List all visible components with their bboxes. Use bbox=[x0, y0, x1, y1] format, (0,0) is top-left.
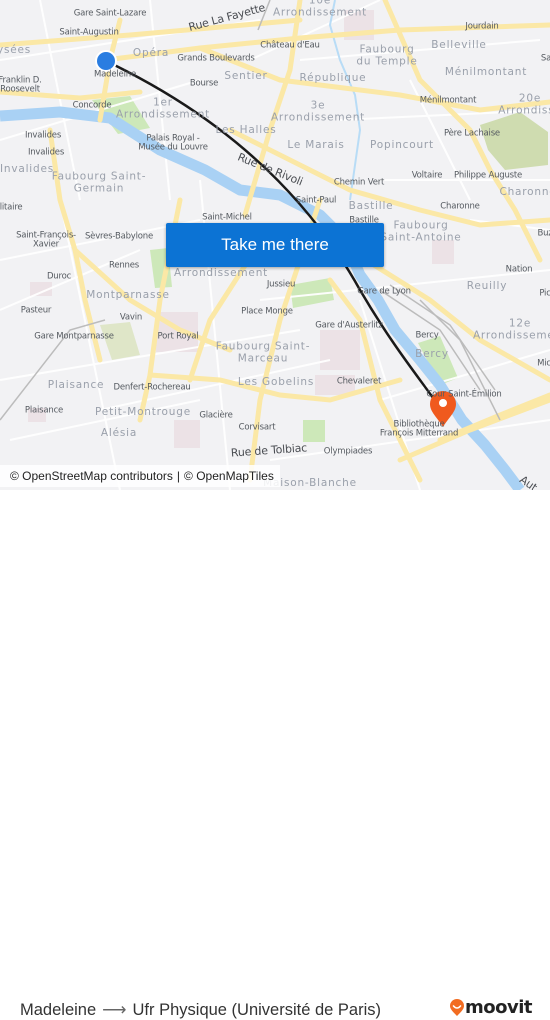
station-label[interactable]: Charonne bbox=[440, 201, 480, 211]
station-label[interactable]: Glacière bbox=[199, 410, 233, 420]
map-attribution: © OpenStreetMap contributors | © OpenMap… bbox=[0, 465, 280, 487]
map[interactable]: 10e Arrondissement Opéra Sentier 1er Arron… bbox=[0, 0, 550, 490]
station-label[interactable]: Pasteur bbox=[21, 305, 52, 315]
station-label[interactable]: Gare Saint-Lazare bbox=[74, 8, 147, 18]
station-label[interactable]: Sèvres-Babylone bbox=[85, 231, 153, 241]
district-label: 10e Arrondissement bbox=[272, 0, 368, 18]
district-label: Petit-Montrouge bbox=[95, 406, 191, 419]
station-label[interactable]: Saint-François- Xavier bbox=[16, 231, 76, 251]
destination-name: Ufr Physique (Université de Paris) bbox=[132, 1000, 382, 1019]
station-label[interactable]: Ménilmontant bbox=[420, 95, 477, 105]
district-label: Charonne bbox=[499, 186, 550, 199]
origin-name: Madeleine bbox=[20, 1000, 97, 1019]
station-label[interactable]: Nation bbox=[506, 264, 533, 274]
route-summary: Madeleine ⟶ Ufr Physique (Université de … bbox=[20, 1000, 381, 1020]
district-label: 3e Arrondissement bbox=[270, 99, 366, 123]
station-label[interactable]: Père Lachaise bbox=[444, 128, 500, 138]
station-label[interactable]: Chevaleret bbox=[337, 376, 381, 386]
station-label[interactable]: ilitaire bbox=[0, 202, 23, 212]
district-label: Faubourg Saint-Antoine bbox=[380, 219, 462, 243]
station-label[interactable]: Corvisart bbox=[239, 422, 276, 432]
station-label[interactable]: Franklin D. Roosevelt bbox=[0, 76, 42, 96]
station-label[interactable]: Cour Saint-Émilion bbox=[426, 389, 501, 399]
station-label[interactable]: Jourdain bbox=[465, 21, 498, 31]
district-label: Montparnasse bbox=[86, 289, 170, 302]
station-label[interactable]: Philippe Auguste bbox=[454, 170, 522, 180]
station-label[interactable]: Chemin Vert bbox=[334, 177, 384, 187]
station-label[interactable]: Plaisance bbox=[25, 405, 63, 415]
station-label[interactable]: Gare Montparnasse bbox=[34, 331, 114, 341]
station-label[interactable]: Voltaire bbox=[412, 170, 443, 180]
district-label: Le Marais bbox=[287, 139, 345, 152]
station-label[interactable]: Madeleine bbox=[94, 69, 136, 79]
district-label: 12eArrondissement bbox=[472, 317, 550, 341]
station-label[interactable]: Saint-Michel bbox=[202, 212, 252, 222]
district-label: Les Halles bbox=[215, 124, 277, 137]
take-me-there-button[interactable]: Take me there bbox=[166, 223, 384, 267]
district-label: Les Gobelins bbox=[237, 376, 315, 389]
station-label[interactable]: Bibliothèque François Mitterrand bbox=[380, 420, 459, 440]
station-label[interactable]: Pic bbox=[539, 288, 550, 298]
station-label[interactable]: Port Royal bbox=[158, 331, 199, 341]
station-label[interactable]: Palais Royal - Musée du Louvre bbox=[138, 134, 208, 154]
district-label: Belleville bbox=[431, 39, 487, 52]
station-label[interactable]: Place Monge bbox=[241, 306, 293, 316]
district-label: 1er Arrondissement bbox=[115, 96, 211, 120]
station-label[interactable]: Denfert-Rochereau bbox=[113, 382, 190, 392]
station-label[interactable]: Gare d'Austerlitz bbox=[315, 320, 383, 330]
station-label[interactable]: Bercy bbox=[415, 330, 438, 340]
district-label: République bbox=[299, 72, 367, 85]
station-label[interactable]: Concorde bbox=[73, 100, 112, 110]
station-label[interactable]: Buz bbox=[537, 228, 550, 238]
park-small bbox=[303, 420, 325, 442]
arrow-right-icon: ⟶ bbox=[102, 1000, 127, 1019]
district-label: Popincourt bbox=[370, 139, 434, 152]
station-label[interactable]: Olympiades bbox=[324, 446, 373, 456]
footer: Madeleine ⟶ Ufr Physique (Université de … bbox=[0, 490, 550, 1019]
district-label: ysées bbox=[0, 44, 32, 57]
station-label[interactable]: Saint-Paul bbox=[296, 195, 337, 205]
station-label[interactable]: Château d'Eau bbox=[260, 40, 320, 50]
district-label: Faubourg Saint- Germain bbox=[51, 170, 147, 194]
station-label[interactable]: Jussieu bbox=[267, 279, 296, 289]
station-label[interactable]: Sa bbox=[541, 53, 550, 63]
station-label[interactable]: Invalides bbox=[28, 147, 64, 157]
station-label[interactable]: Saint-Augustin bbox=[59, 27, 118, 37]
district-label: Arrondissement bbox=[173, 267, 269, 280]
station-label[interactable]: Gare de Lyon bbox=[357, 286, 411, 296]
station-label[interactable]: Rennes bbox=[109, 260, 139, 270]
moovit-logo[interactable]: moovit bbox=[449, 997, 533, 1018]
station-label[interactable]: Invalides bbox=[25, 130, 61, 140]
district-label: Bastille bbox=[348, 200, 394, 213]
omt-attribution-link[interactable]: © OpenMapTiles bbox=[184, 469, 274, 483]
district-label: Bercy bbox=[415, 348, 449, 361]
district-label: Sentier bbox=[224, 70, 268, 83]
district-label: Faubourg Saint- Marceau bbox=[215, 340, 311, 364]
station-label[interactable]: Bourse bbox=[190, 78, 219, 88]
district-label: Ménilmontant bbox=[444, 66, 528, 79]
moovit-pin-icon bbox=[450, 998, 464, 1016]
station-label[interactable]: Mic bbox=[537, 358, 550, 368]
district-label: Alésia bbox=[100, 427, 138, 440]
osm-attribution-link[interactable]: © OpenStreetMap contributors bbox=[10, 469, 173, 483]
station-label[interactable]: Vavin bbox=[120, 312, 142, 322]
district-label: Reuilly bbox=[466, 280, 508, 293]
district-label: Opéra bbox=[132, 47, 170, 60]
district-label: 20eArrondisse bbox=[498, 92, 550, 116]
station-label[interactable]: Duroc bbox=[47, 271, 71, 281]
district-label: Invalides bbox=[0, 163, 55, 176]
district-label: Faubourg du Temple bbox=[356, 43, 418, 67]
district-label: Plaisance bbox=[47, 379, 105, 392]
attribution-separator: | bbox=[176, 469, 181, 483]
station-label[interactable]: Grands Boulevards bbox=[177, 53, 254, 63]
moovit-wordmark: moovit bbox=[465, 997, 533, 1018]
park-pere-lachaise bbox=[480, 112, 548, 170]
